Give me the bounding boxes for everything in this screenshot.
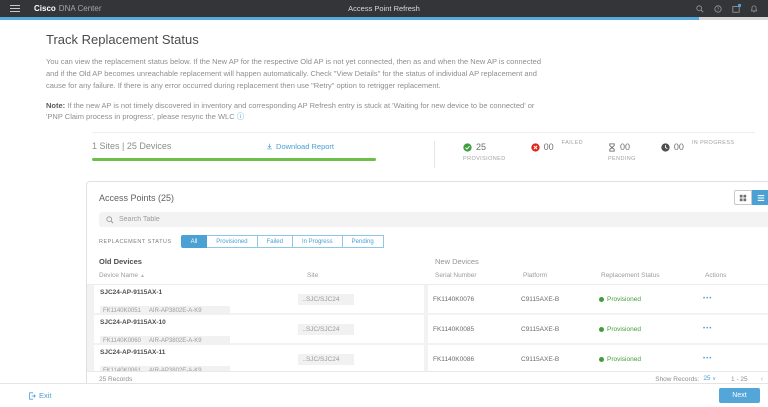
filter-pill[interactable]: All: [181, 235, 208, 248]
stat-pending: 00 PENDING: [608, 142, 636, 162]
site-cell: ..SJC/SJC24: [298, 315, 424, 343]
replacement-status-filter-label: REPLACEMENT STATUS: [99, 239, 172, 245]
new-devices-group-header: New Devices: [435, 257, 479, 266]
download-icon: [266, 143, 273, 150]
svg-text:?: ?: [717, 6, 720, 12]
chevron-down-icon: ∨: [712, 376, 716, 382]
status-dot-icon: [599, 297, 604, 302]
column-platform: Platform: [523, 272, 601, 279]
download-report-link[interactable]: Download Report: [266, 142, 334, 151]
info-icon[interactable]: ⓘ: [237, 112, 245, 121]
device-name: SJC24-AP-9115AX-1: [100, 289, 298, 296]
table-row: SJC24-AP-9115AX-11 FK1140K0061AIR-AP3802…: [94, 345, 768, 373]
page-range: 1 - 25: [731, 376, 748, 383]
list-icon: [757, 194, 765, 202]
table-row: SJC24-AP-9115AX-1 FK1140K0051AIR-AP3802E…: [94, 285, 768, 313]
status-dot-icon: [599, 327, 604, 332]
check-circle-icon: [463, 143, 472, 152]
filter-pill[interactable]: Provisioned: [206, 235, 257, 248]
list-view-toggle[interactable]: [752, 190, 768, 205]
divider: [434, 141, 435, 168]
help-icon[interactable]: ?: [714, 5, 722, 13]
status-dot-icon: [599, 357, 604, 362]
show-records-label: Show Records:: [655, 376, 699, 383]
stat-failed: 00 FAILED: [531, 142, 583, 162]
page-note: Note: If the new AP is not timely discov…: [46, 101, 548, 123]
new-serial-number: FK1140K0085: [433, 326, 521, 333]
row-actions-menu[interactable]: •••: [703, 296, 768, 302]
sites-devices-count: 1 Sites | 25 Devices: [92, 141, 171, 151]
search-icon[interactable]: [696, 5, 704, 13]
table-body: SJC24-AP-9115AX-1 FK1140K0051AIR-AP3802E…: [87, 284, 768, 382]
stat-in-progress: 00 IN PROGRESS: [661, 142, 735, 162]
device-name: SJC24-AP-9115AX-10: [100, 319, 298, 326]
column-actions: Actions: [705, 272, 768, 279]
apps-icon[interactable]: [732, 5, 740, 13]
new-platform: C9115AXE-B: [521, 296, 599, 303]
new-serial-number: FK1140K0086: [433, 356, 521, 363]
records-count: 25 Records: [99, 376, 132, 383]
column-serial-number: Serial Number: [435, 272, 523, 279]
row-actions-menu[interactable]: •••: [703, 356, 768, 362]
provision-progress-bar: [92, 158, 376, 161]
clock-icon: [661, 143, 670, 152]
access-points-card: Access Points (25) ⚙ REPLACEMENT STAT: [86, 181, 768, 387]
new-serial-number: FK1140K0076: [433, 296, 521, 303]
filter-pill[interactable]: Failed: [257, 235, 293, 248]
prev-page-icon[interactable]: ‹: [761, 375, 764, 383]
replacement-status-badge: Provisioned: [599, 296, 703, 303]
wizard-footer: Exit Next: [0, 383, 768, 407]
sort-asc-icon: ▲: [140, 273, 145, 279]
x-circle-icon: [531, 143, 540, 152]
search-icon: [106, 216, 114, 224]
app-title: Access Point Refresh: [0, 4, 768, 13]
filter-pill[interactable]: Pending: [342, 235, 384, 248]
device-name: SJC24-AP-9115AX-11: [100, 349, 298, 356]
column-site: Site: [307, 272, 435, 279]
stat-provisioned: 25 PROVISIONED: [463, 142, 506, 162]
exit-link[interactable]: Exit: [28, 391, 52, 400]
new-platform: C9115AXE-B: [521, 326, 599, 333]
table-column-headers: Device Name▲ Site Serial Number Platform…: [87, 266, 768, 284]
new-platform: C9115AXE-B: [521, 356, 599, 363]
exit-icon: [28, 392, 36, 400]
top-app-bar: CiscoDNA Center Access Point Refresh ?: [0, 0, 768, 17]
note-label: Note:: [46, 101, 65, 110]
note-text: If the new AP is not timely discovered i…: [46, 101, 534, 121]
row-actions-menu[interactable]: •••: [703, 326, 768, 332]
hourglass-icon: [608, 143, 616, 152]
replacement-status-badge: Provisioned: [599, 326, 703, 333]
column-device-name[interactable]: Device Name▲: [99, 272, 307, 279]
next-button[interactable]: Next: [719, 388, 760, 403]
notification-badge: [738, 4, 741, 7]
column-replacement-status: Replacement Status: [601, 272, 705, 279]
status-filter-pills: AllProvisionedFailedIn ProgressPending: [181, 235, 384, 248]
filter-pill[interactable]: In Progress: [292, 235, 343, 248]
old-devices-group-header: Old Devices: [99, 257, 435, 266]
table-row: SJC24-AP-9115AX-10 FK1140K0060AIR-AP3802…: [94, 315, 768, 343]
search-input[interactable]: [119, 216, 768, 223]
grid-icon: [739, 194, 747, 202]
bell-icon[interactable]: [750, 5, 758, 13]
site-cell: ..SJC/SJC24: [298, 345, 424, 373]
summary-strip: 1 Sites | 25 Devices Download Report 25 …: [92, 132, 755, 168]
replacement-status-badge: Provisioned: [599, 356, 703, 363]
page-description: You can view the replacement status belo…: [46, 56, 548, 92]
site-cell: ..SJC/SJC24: [298, 285, 424, 313]
page-title: Track Replacement Status: [46, 32, 768, 47]
search-bar: [99, 212, 768, 227]
card-title: Access Points (25): [99, 193, 174, 203]
grid-view-toggle[interactable]: [734, 190, 752, 205]
app-window: CiscoDNA Center Access Point Refresh ? T…: [0, 0, 768, 407]
